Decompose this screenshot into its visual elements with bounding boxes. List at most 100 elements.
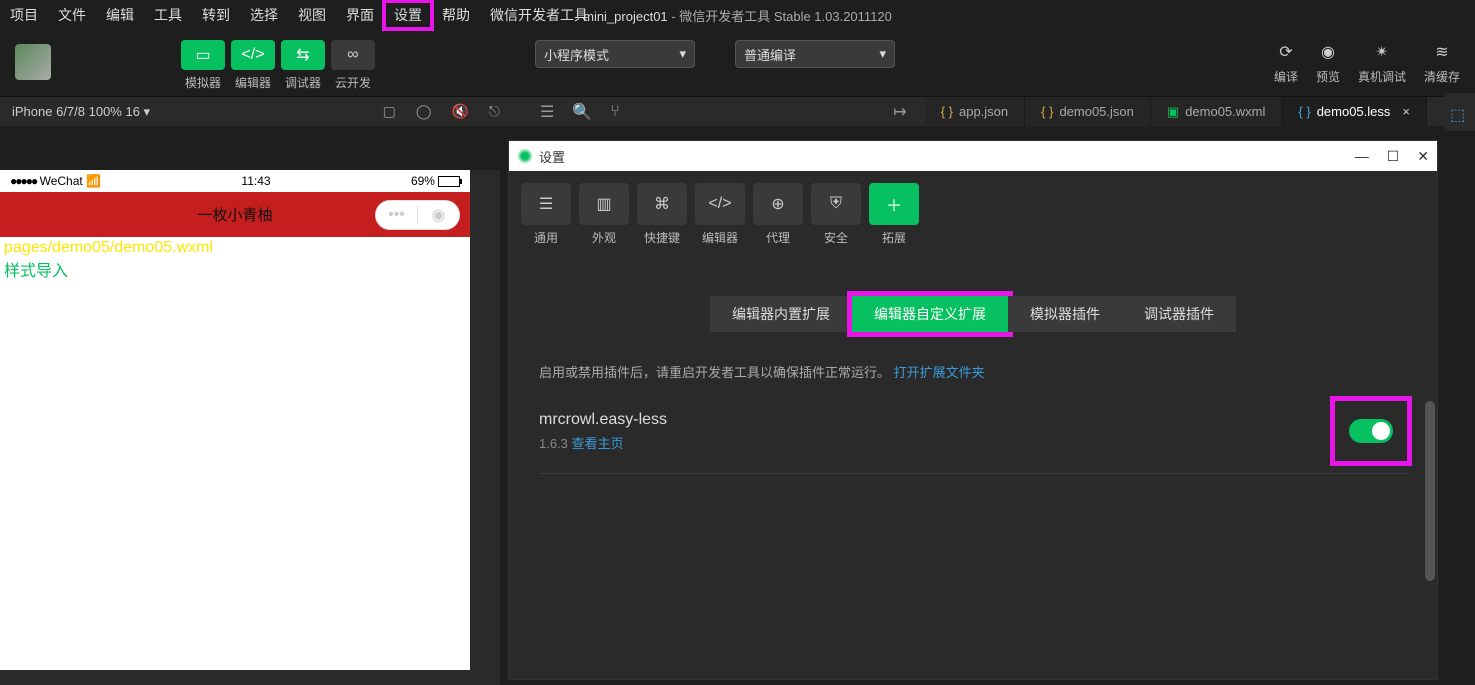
simulator-label: 模拟器	[181, 74, 225, 91]
ext-tab-sim-plugins[interactable]: 模拟器插件	[1008, 296, 1122, 332]
style-import-text: 样式导入	[4, 257, 466, 281]
tab-extensions[interactable]: ＋	[869, 183, 919, 225]
extension-item: mrcrowl.easy-less 1.6.3 查看主页	[539, 401, 1407, 474]
maximize-button[interactable]: ☐	[1387, 148, 1400, 165]
toolbar: ▭ </> ⇆ ∞ 模拟器 编辑器 调试器 云开发 小程序模式▾ 普通编译▾ ⟳…	[0, 30, 1475, 96]
wxml-icon: ▣	[1167, 104, 1179, 120]
cloud-icon: ∞	[347, 46, 358, 64]
target-icon[interactable]: ◉	[418, 205, 459, 225]
chevron-down-icon: ▾	[679, 46, 686, 62]
branch-icon[interactable]: ⑂	[610, 103, 620, 121]
extension-hint: 启用或禁用插件后，请重启开发者工具以确保插件正常运行。 打开扩展文件夹	[539, 362, 1407, 381]
menu-edit[interactable]: 编辑	[96, 1, 144, 29]
real-label: 真机调试	[1358, 68, 1406, 85]
extension-name: mrcrowl.easy-less	[539, 411, 667, 429]
close-icon[interactable]: ×	[1402, 104, 1410, 119]
tab-general[interactable]: ☰	[521, 183, 571, 225]
tab-editor[interactable]: </>	[695, 183, 745, 225]
chevron-down-icon: ▾	[879, 46, 886, 62]
tab-demo05-json[interactable]: { }demo05.json	[1025, 97, 1151, 127]
phone-icon: ▭	[195, 45, 210, 65]
battery-icon	[438, 176, 460, 187]
device-icon[interactable]: ▢	[383, 103, 396, 120]
editor-button[interactable]: </>	[231, 40, 275, 70]
editor-subbar: ☰ 🔍 ⑂ ↦ { }app.json { }demo05.json ▣demo…	[530, 96, 1475, 126]
page-path: pages/demo05/demo05.wxml	[4, 239, 466, 257]
tab-demo05-less[interactable]: { }demo05.less×	[1282, 97, 1427, 127]
mode-dropdown[interactable]: 小程序模式▾	[535, 40, 695, 68]
tab-app-json[interactable]: { }app.json	[925, 97, 1025, 127]
realdevice-icon[interactable]: ✴	[1370, 40, 1394, 64]
proxy-icon: ⊕	[771, 194, 784, 214]
preview-label: 预览	[1316, 68, 1340, 85]
less-icon: { }	[1298, 104, 1310, 119]
side-panel: ⬚	[1445, 93, 1475, 131]
ext-tab-debug-plugins[interactable]: 调试器插件	[1122, 296, 1236, 332]
scrollbar[interactable]	[1425, 401, 1435, 581]
menu-settings[interactable]: 设置	[384, 1, 432, 29]
minimize-button[interactable]: —	[1355, 148, 1369, 165]
menubar: 项目 文件 编辑 工具 转到 选择 视图 界面 设置 帮助 微信开发者工具 mi…	[0, 0, 1475, 30]
compile-label: 编译	[1274, 68, 1298, 85]
simulator-button[interactable]: ▭	[181, 40, 225, 70]
battery-percent: 69%	[411, 174, 435, 188]
cloud-label: 云开发	[331, 74, 375, 91]
nav-bar: 一枚小青柚 ••• ◉	[0, 192, 470, 237]
extension-version: 1.6.3	[539, 436, 568, 451]
extension-toggle[interactable]	[1349, 419, 1393, 443]
debugger-button[interactable]: ⇆	[281, 40, 325, 70]
close-button[interactable]: ✕	[1417, 148, 1429, 165]
editor-tabs: { }app.json { }demo05.json ▣demo05.wxml …	[925, 97, 1427, 127]
rotate-icon[interactable]: ⎋	[489, 103, 500, 120]
menu-icon[interactable]: •••	[376, 206, 417, 224]
status-time: 11:43	[241, 174, 270, 188]
shortcut-icon: ⌘	[654, 194, 670, 214]
clearcache-icon[interactable]: ≋	[1430, 40, 1454, 64]
cloud-button[interactable]: ∞	[331, 40, 375, 70]
status-bar: ●●●●● WeChat 📶 11:43 69%	[0, 170, 470, 192]
extension-homepage-link[interactable]: 查看主页	[572, 436, 624, 451]
nav-title: 一枚小青柚	[197, 204, 272, 225]
capsule-button[interactable]: ••• ◉	[375, 200, 460, 230]
simulator-area: ●●●●● WeChat 📶 11:43 69% 一枚小青柚 ••• ◉ pag…	[0, 170, 500, 685]
tab-appearance[interactable]: ▥	[579, 183, 629, 225]
tab-proxy[interactable]: ⊕	[753, 183, 803, 225]
mute-icon[interactable]: 🔇	[451, 103, 468, 120]
search-icon[interactable]: 🔍	[572, 102, 592, 122]
extension-toggle-highlight	[1335, 401, 1407, 461]
list-icon[interactable]: ☰	[540, 102, 554, 122]
menu-devtools[interactable]: 微信开发者工具	[480, 1, 598, 29]
settings-category-tabs: ☰ ▥ ⌘ </> ⊕ ⛨ ＋	[509, 171, 1437, 229]
debug-icon: ⇆	[296, 45, 309, 65]
clear-label: 清缓存	[1424, 68, 1460, 85]
compile-icon[interactable]: ⟳	[1274, 40, 1298, 64]
css-icon[interactable]: ⬚	[1450, 105, 1470, 125]
avatar[interactable]	[15, 44, 51, 80]
tab-shortcuts[interactable]: ⌘	[637, 183, 687, 225]
preview-icon[interactable]: ◉	[1316, 40, 1340, 64]
device-info[interactable]: iPhone 6/7/8 100% 16 ▾	[0, 104, 162, 120]
editor-icon: </>	[708, 195, 731, 213]
general-icon: ☰	[539, 194, 553, 214]
compile-dropdown[interactable]: 普通编译▾	[735, 40, 895, 68]
menu-goto[interactable]: 转到	[192, 1, 240, 29]
settings-window: 设置 — ☐ ✕ ☰ ▥ ⌘ </> ⊕ ⛨ ＋ 通用 外观 快捷键 编辑器 代…	[508, 140, 1438, 680]
menu-interface[interactable]: 界面	[336, 1, 384, 29]
menu-select[interactable]: 选择	[240, 1, 288, 29]
page-content: pages/demo05/demo05.wxml 样式导入	[0, 237, 470, 283]
code-icon: </>	[241, 46, 264, 64]
arrow-icon[interactable]: ↦	[893, 102, 906, 122]
menu-tools[interactable]: 工具	[144, 1, 192, 29]
tab-security[interactable]: ⛨	[811, 183, 861, 225]
menu-project[interactable]: 项目	[0, 1, 48, 29]
record-icon[interactable]: ◯	[416, 103, 432, 120]
security-icon: ⛨	[830, 195, 842, 213]
menu-file[interactable]: 文件	[48, 1, 96, 29]
ext-tab-builtin[interactable]: 编辑器内置扩展	[710, 296, 852, 332]
ext-tab-custom[interactable]: 编辑器自定义扩展	[852, 296, 1008, 332]
settings-titlebar: 设置 — ☐ ✕	[509, 141, 1437, 171]
tab-demo05-wxml[interactable]: ▣demo05.wxml	[1151, 97, 1283, 127]
menu-help[interactable]: 帮助	[432, 1, 480, 29]
menu-view[interactable]: 视图	[288, 1, 336, 29]
open-ext-folder-link[interactable]: 打开扩展文件夹	[894, 365, 985, 380]
